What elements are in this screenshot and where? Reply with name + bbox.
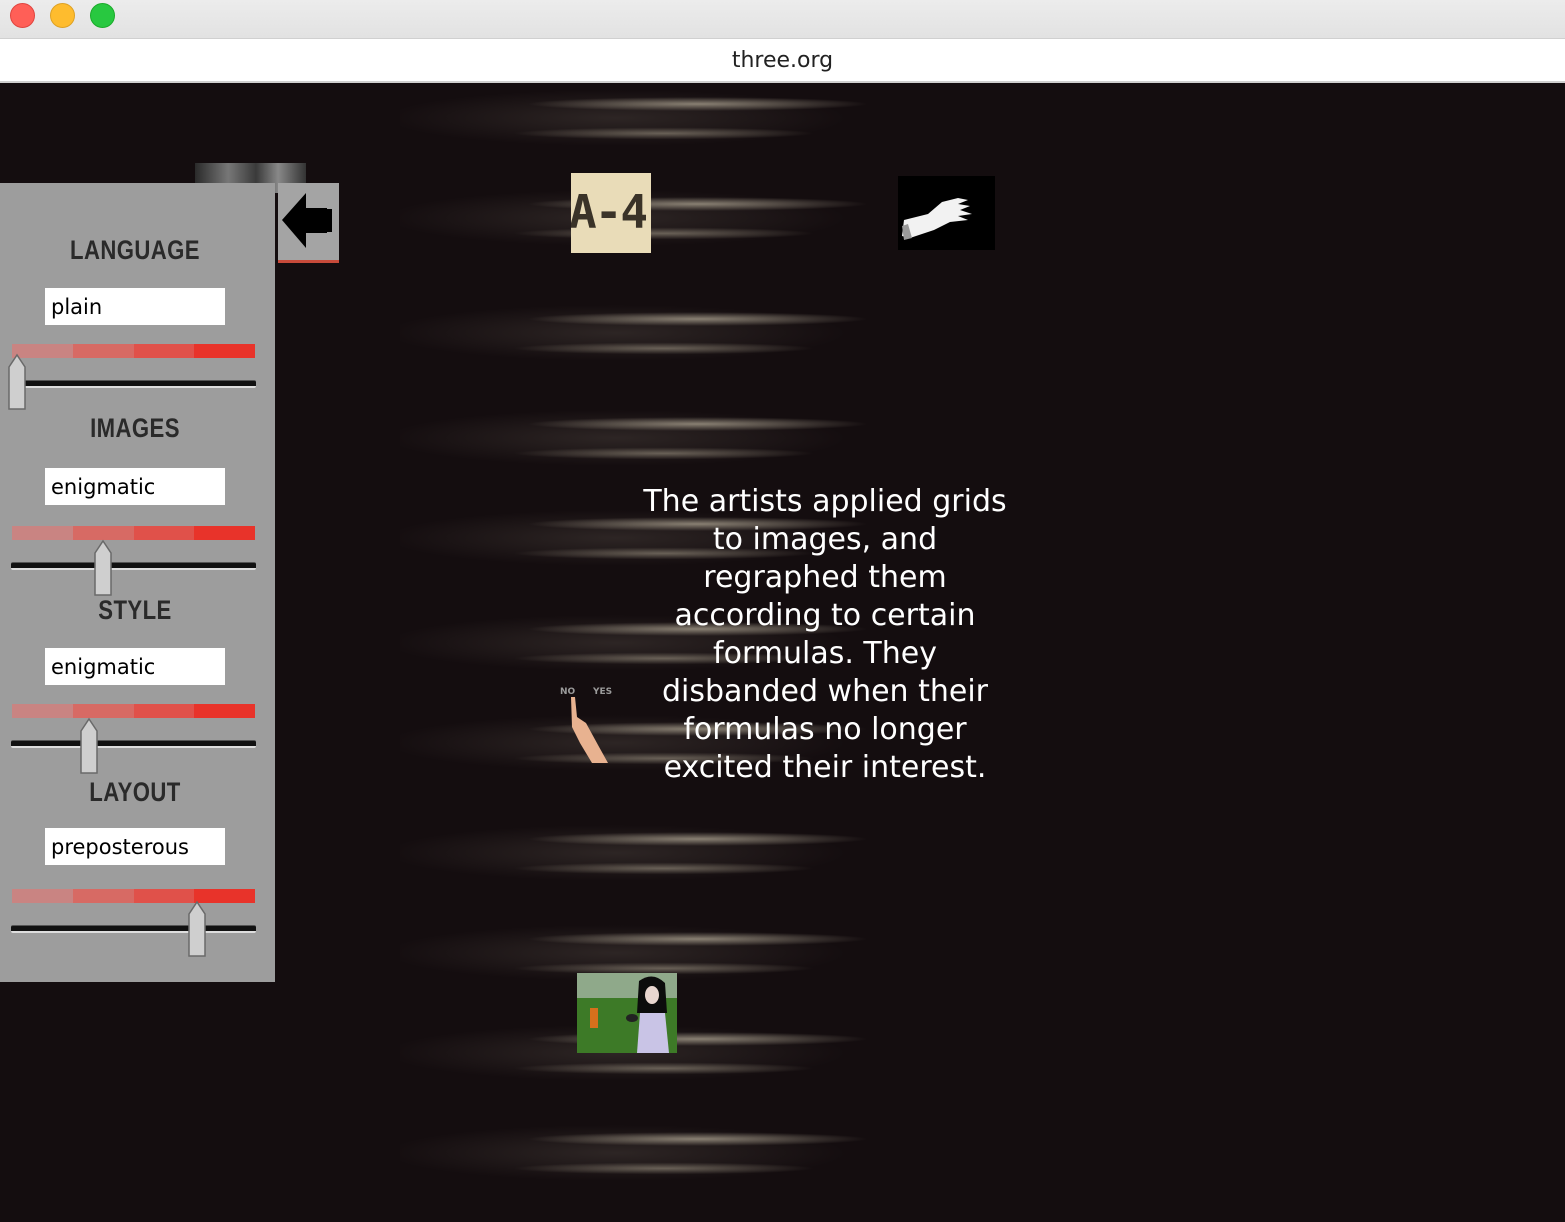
images-slider-track[interactable] [11, 562, 256, 570]
light-streak [400, 403, 880, 473]
white-glove-hand-icon [902, 198, 972, 240]
language-slider-knob[interactable] [7, 353, 27, 411]
address-text: three.org [731, 47, 834, 73]
finger-label-yes: YES [592, 687, 612, 697]
hand-thumbnail-image[interactable] [898, 176, 995, 250]
light-streak [400, 818, 880, 888]
language-title: LANGUAGE [70, 235, 200, 265]
language-level-bar [12, 344, 255, 358]
woman-in-field-image[interactable] [577, 973, 677, 1053]
language-field[interactable]: plain [45, 288, 225, 325]
images-level-bar [12, 526, 255, 540]
style-slider-knob[interactable] [79, 717, 99, 775]
a4-thumbnail-text: A-4 [571, 185, 648, 239]
narrative-text: The artists applied grids to images, and… [643, 484, 1007, 785]
arrow-left-icon [282, 193, 332, 248]
woman-portrait-icon [577, 973, 677, 1053]
layout-field[interactable]: preposterous [45, 828, 225, 865]
light-streak [400, 83, 880, 153]
light-streak [400, 298, 880, 368]
layout-slider-track[interactable] [11, 925, 256, 933]
address-bar[interactable]: three.org [0, 39, 1565, 83]
layout-slider-knob[interactable] [187, 900, 207, 958]
images-title: IMAGES [90, 413, 180, 443]
style-slider-track[interactable] [11, 740, 256, 748]
close-window-button[interactable] [10, 3, 35, 28]
maximize-window-button[interactable] [90, 3, 115, 28]
light-streak [400, 1118, 880, 1188]
pointing-finger-icon: NO YES [560, 687, 612, 763]
window-titlebar [0, 0, 1565, 39]
a4-thumbnail-image[interactable]: A-4 [571, 173, 651, 253]
control-panel: LANGUAGE plain IMAGES enigmatic STYLE en… [0, 183, 275, 982]
style-level-bar [12, 704, 255, 718]
finger-label-no: NO [560, 687, 576, 697]
layout-title: LAYOUT [89, 777, 181, 807]
layout-level-bar [12, 889, 255, 903]
images-slider-knob[interactable] [93, 539, 113, 597]
images-field[interactable]: enigmatic [45, 468, 225, 505]
back-button[interactable] [278, 183, 339, 263]
pointing-finger-image[interactable]: NO YES [558, 683, 618, 765]
language-slider-track[interactable] [11, 380, 256, 388]
style-field[interactable]: enigmatic [45, 648, 225, 685]
style-title: STYLE [98, 595, 172, 625]
minimize-window-button[interactable] [50, 3, 75, 28]
